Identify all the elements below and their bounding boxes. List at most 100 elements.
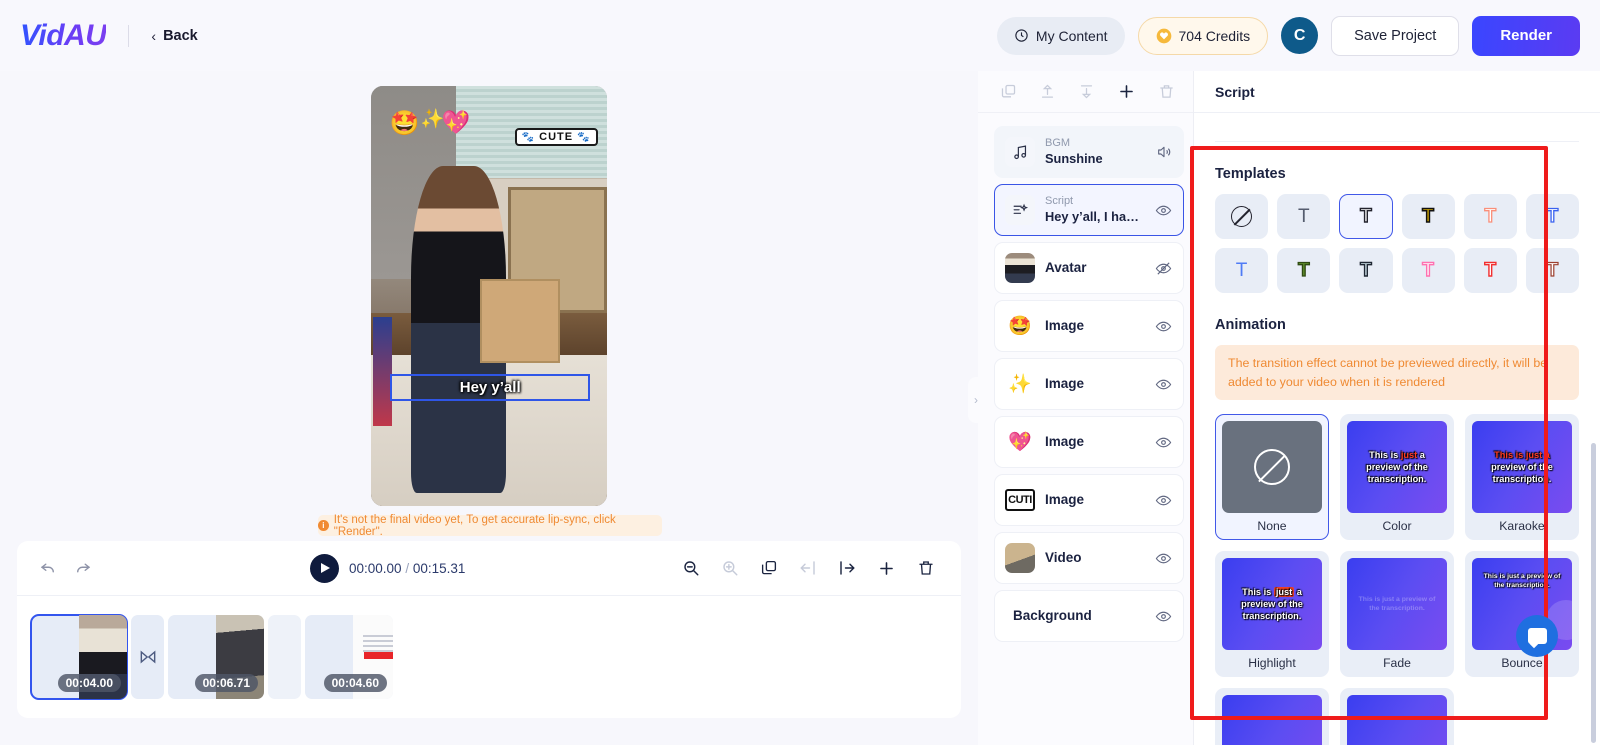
layer-row-avatar[interactable]: Avatar [994,242,1184,294]
template-outline-black[interactable]: T [1339,194,1393,239]
avatar[interactable]: C [1281,17,1319,54]
chat-support-button[interactable] [1516,615,1558,657]
template-salmon[interactable]: T [1463,194,1517,239]
layer-type: BGM [1045,136,1071,149]
split-left-icon[interactable] [799,559,817,577]
layer-row-image-heart[interactable]: 💖 Image [994,416,1184,468]
split-right-icon[interactable] [838,559,856,577]
properties-scrollbar[interactable] [1591,443,1596,743]
play-button[interactable] [310,553,339,583]
layer-row-video[interactable]: Video [994,532,1184,584]
top-bar: VidAU ‹ Back My Content 704 Credits C Sa… [0,0,1600,71]
my-content-button[interactable]: My Content [996,16,1125,55]
template-glyph: T [1297,205,1310,227]
undo-icon[interactable] [39,559,57,577]
templates-section-title: Templates [1215,166,1286,182]
eye-off-icon[interactable] [1155,260,1172,277]
caption-selection-box[interactable]: Hey y’all [389,373,591,401]
transition-clip[interactable] [131,615,164,699]
layer-title: Image [1045,492,1085,508]
template-light-blue[interactable]: T [1215,248,1269,293]
eye-icon[interactable] [1155,202,1172,219]
timeline-clip-3[interactable]: 00:04.60 [305,615,393,699]
time-separator: / [405,560,410,576]
clock-icon [1014,28,1029,43]
animation-preview-text: This is just a preview of the transcript… [1483,573,1561,590]
speaker-icon[interactable] [1156,144,1172,160]
preview-stage: 🤩 ✨ 💖 🐾 CUTE 🐾 Hey y’all i It's not the … [0,71,978,538]
send-to-back-icon[interactable] [1078,83,1095,100]
eye-icon[interactable] [1155,318,1172,335]
delete-icon[interactable] [917,559,935,577]
timeline-clip-2[interactable]: 00:06.71 [168,615,264,699]
save-project-label: Save Project [1354,27,1437,44]
duplicate-icon[interactable] [760,559,778,577]
layer-row-bgm[interactable]: BGM Sunshine [994,126,1184,178]
credits-button[interactable]: 704 Credits [1137,16,1269,55]
layer-row-script[interactable]: Script Hey y’all, I ha… [994,184,1184,236]
add-icon[interactable] [877,559,896,578]
layer-row-image-sparkles[interactable]: ✨ Image [994,358,1184,410]
animation-extra-1[interactable] [1215,688,1329,745]
template-plain[interactable]: T [1277,194,1331,239]
transition-icon [138,647,158,667]
preview-flag [373,317,393,427]
animation-extra-2[interactable] [1340,688,1454,745]
cute-sticker[interactable]: 🐾 CUTE 🐾 [514,128,598,146]
timeline-clip-1[interactable]: 00:04.00 [30,614,128,700]
zoom-out-icon[interactable] [682,559,700,577]
template-brown[interactable]: T [1525,248,1579,293]
add-layer-icon[interactable] [1117,82,1136,101]
panel-title: Script [1215,83,1255,100]
animation-fade[interactable]: This is just a preview of the transcript… [1340,551,1454,678]
play-icon [321,563,330,573]
animation-karaoke[interactable]: This is just a preview of the transcriptio… [1465,414,1579,541]
template-glyph: T [1422,259,1435,281]
bring-to-front-icon[interactable] [1039,83,1056,100]
template-red[interactable]: T [1463,248,1517,293]
transition-gap[interactable] [268,615,301,699]
animation-none[interactable]: None [1215,414,1329,541]
lipsync-warning: i It's not the final video yet, To get a… [318,514,662,538]
layer-title: Avatar [1045,260,1087,276]
template-none[interactable] [1215,194,1269,239]
template-yellow-black[interactable]: T [1401,194,1455,239]
animation-label: Fade [1383,656,1411,671]
duplicate-layer-icon[interactable] [1000,83,1017,100]
zoom-in-icon[interactable] [721,559,739,577]
animation-preview [1347,695,1447,745]
animation-bounce[interactable]: This is just a preview of the transcript… [1465,551,1579,678]
eye-icon[interactable] [1155,376,1172,393]
paw-icon-left: 🐾 [521,131,536,143]
eye-icon[interactable] [1155,492,1172,509]
video-preview[interactable]: 🤩 ✨ 💖 🐾 CUTE 🐾 Hey y’all [371,86,607,506]
heart-emoji[interactable]: 💖 [442,109,471,136]
save-project-button[interactable]: Save Project [1331,15,1460,56]
sparkles-emoji[interactable]: ✨ [421,107,445,131]
layer-row-image-star[interactable]: 🤩 Image [994,300,1184,352]
eye-icon[interactable] [1155,608,1172,625]
animation-note: The transition effect cannot be previewe… [1215,345,1579,401]
cute-sticker-icon: CUTI [1005,489,1035,511]
layer-row-background[interactable]: Background [994,590,1184,642]
redo-icon[interactable] [74,559,92,577]
back-button[interactable]: ‹ Back [151,28,197,44]
render-label: Render [1500,27,1552,44]
layer-title: Hey y’all, I ha… [1045,208,1139,224]
timeline-track[interactable]: 00:04.00 00:06.71 00:04.60 [17,595,961,718]
eye-icon[interactable] [1155,434,1172,451]
animation-color[interactable]: This is just a preview of the transcriptio… [1340,414,1454,541]
eye-icon[interactable] [1155,550,1172,567]
template-blue[interactable]: T [1525,194,1579,239]
animation-preview: This is just a preview of the transcriptio… [1472,421,1572,514]
animation-highlight[interactable]: This is just a preview of the transcriptio… [1215,551,1329,678]
delete-layer-icon[interactable] [1158,83,1175,100]
star-struck-emoji[interactable]: 🤩 [390,109,420,138]
layers-collapse-handle[interactable]: › [968,377,984,423]
layer-row-image-cute[interactable]: CUTI Image [994,474,1184,526]
template-green[interactable]: T [1277,248,1331,293]
template-dark-outline[interactable]: T [1339,248,1393,293]
template-pink[interactable]: T [1401,248,1455,293]
app-logo[interactable]: VidAU [20,19,107,53]
render-button[interactable]: Render [1472,15,1580,56]
